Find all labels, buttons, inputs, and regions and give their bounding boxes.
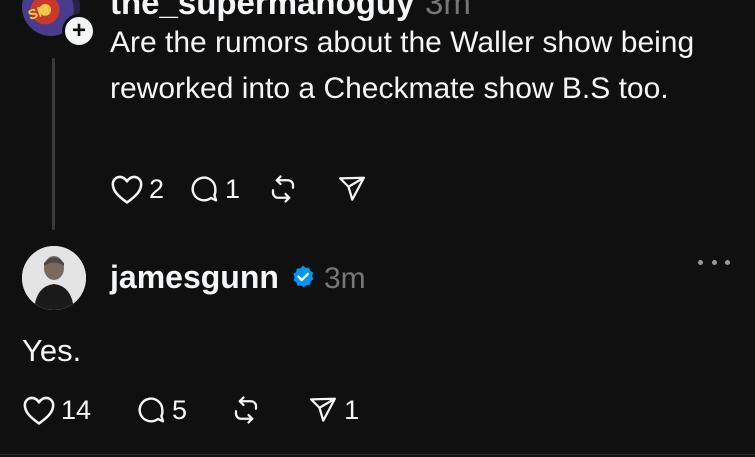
post-username[interactable]: jamesgunn (110, 259, 279, 296)
verified-badge-icon (293, 265, 314, 288)
thread-connector-line (52, 58, 55, 230)
comment-icon (138, 397, 165, 423)
post-actions: 14 5 1 (22, 393, 359, 427)
send-icon (339, 176, 366, 201)
like-count: 2 (149, 173, 165, 204)
post-username[interactable]: the_supermanoguy (110, 0, 414, 22)
divider (0, 454, 755, 455)
reply-button[interactable]: 1 (188, 173, 240, 205)
like-button[interactable]: 2 (110, 173, 164, 205)
heart-icon (23, 396, 55, 425)
send-icon (310, 397, 337, 422)
repost-button[interactable] (268, 174, 298, 204)
reply-count: 1 (225, 173, 241, 204)
repost-icon (271, 175, 295, 203)
like-count: 14 (61, 394, 92, 425)
more-dot-icon (698, 259, 703, 265)
repost-icon (234, 396, 258, 424)
post-text: Yes. (22, 333, 82, 368)
more-dot-icon (711, 259, 717, 265)
more-options-button[interactable] (698, 252, 730, 272)
repost-button[interactable] (231, 395, 261, 425)
comment-icon (191, 176, 218, 202)
post-text: Are the rumors about the Waller show bei… (110, 26, 695, 105)
post-actions: 2 1 (110, 172, 368, 206)
share-button[interactable]: 1 (307, 395, 359, 426)
share-button[interactable] (336, 174, 368, 204)
reply-button[interactable]: 5 (135, 394, 187, 426)
reply-count: 5 (172, 394, 188, 425)
profile-photo (22, 246, 86, 310)
post-timestamp: 3m (425, 0, 471, 21)
more-dot-icon (725, 259, 730, 265)
heart-icon (111, 175, 143, 204)
follow-plus-icon[interactable]: + (62, 14, 96, 48)
post-timestamp: 3m (324, 262, 366, 295)
avatar-logo: SM (26, 1, 51, 23)
like-button[interactable]: 14 (22, 394, 91, 426)
share-count: 1 (344, 394, 360, 425)
avatar[interactable] (22, 246, 86, 310)
